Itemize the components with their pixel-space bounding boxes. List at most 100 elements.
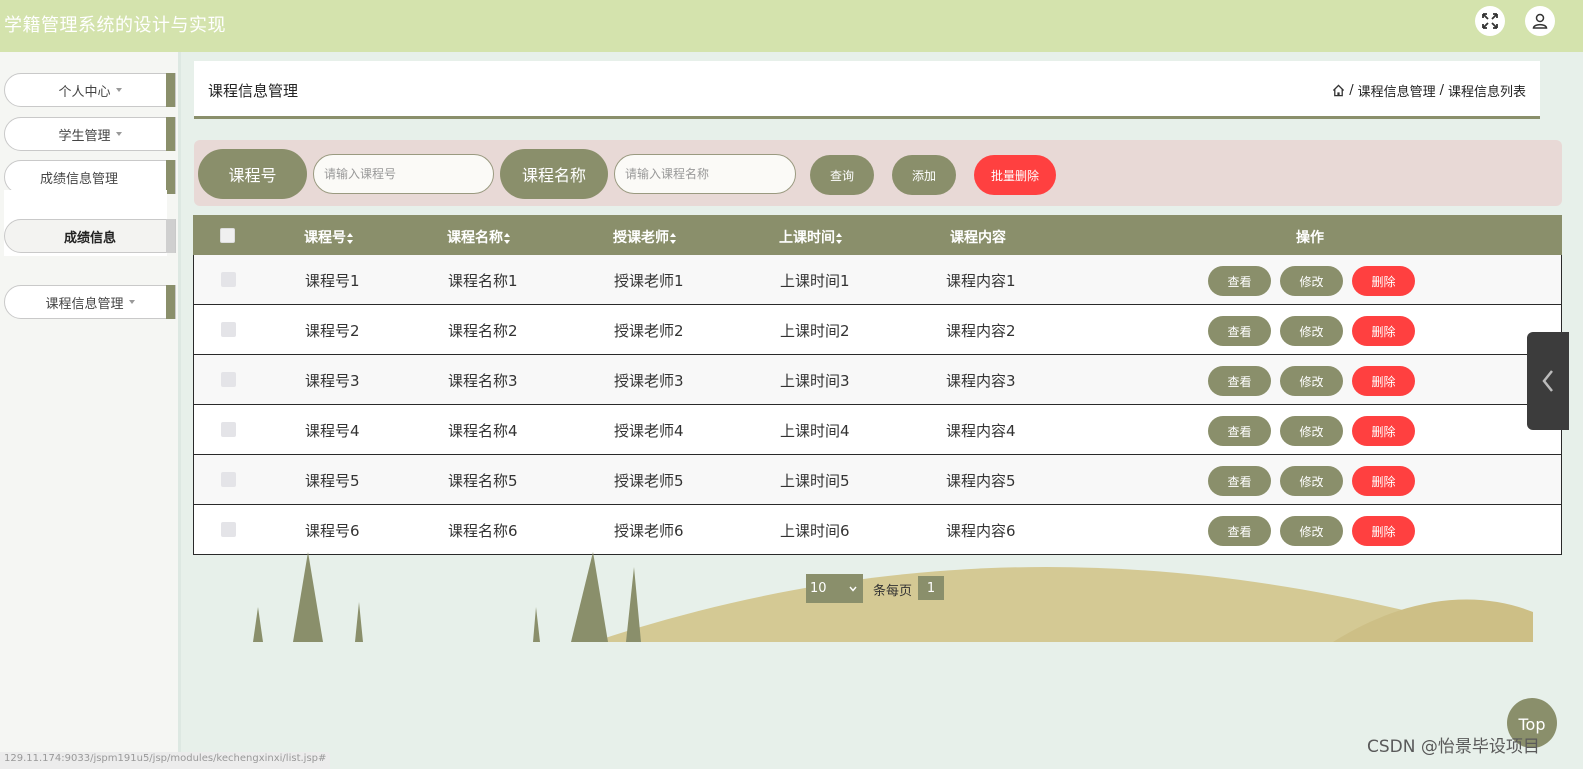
edit-button[interactable]: 修改: [1280, 366, 1343, 396]
cell-class-time: 上课时间3: [780, 372, 850, 390]
delete-button[interactable]: 删除: [1352, 316, 1415, 346]
course-id-input[interactable]: [313, 154, 494, 194]
cell-teacher: 授课老师3: [614, 372, 684, 390]
cell-course-name: 课程名称4: [448, 422, 518, 440]
view-button[interactable]: 查看: [1208, 366, 1271, 396]
cell-course-name: 课程名称6: [448, 522, 518, 540]
home-icon[interactable]: [1332, 84, 1345, 97]
sidebar-subitem-grade-info[interactable]: 成绩信息: [4, 219, 176, 253]
page-size-label: 条每页: [873, 584, 913, 599]
sidebar-item-label: 成绩信息管理: [39, 171, 118, 187]
breadcrumb-bar: 课程信息管理 / 课程信息管理 / 课程信息列表: [194, 61, 1540, 119]
sidebar-item-label: 个人中心: [58, 84, 111, 100]
course-name-label: 课程名称: [500, 149, 608, 199]
edit-button[interactable]: 修改: [1280, 466, 1343, 496]
edit-button[interactable]: 修改: [1280, 416, 1343, 446]
cell-class-time: 上课时间1: [780, 272, 850, 290]
chevron-down-icon: [128, 300, 135, 304]
column-header-content: 课程内容: [950, 230, 1006, 246]
row-checkbox[interactable]: [221, 372, 236, 387]
sidebar: 个人中心 学生管理 成绩信息管理 成绩信息 课程信息管理: [0, 52, 181, 769]
delete-button[interactable]: 删除: [1352, 266, 1415, 296]
edit-button[interactable]: 修改: [1280, 266, 1343, 296]
delete-button[interactable]: 删除: [1352, 416, 1415, 446]
delete-button[interactable]: 删除: [1352, 366, 1415, 396]
table-body: 课程号1 课程名称1 授课老师1 上课时间1 课程内容1 查看 修改 删除 课程号2 课程名称2 授…: [193, 255, 1562, 555]
cell-course-id: 课程号2: [305, 322, 360, 340]
cell-course-name: 课程名称1: [448, 272, 518, 290]
cell-course-id: 课程号3: [305, 372, 360, 390]
batch-delete-button[interactable]: 批量删除: [974, 155, 1056, 195]
cell-content: 课程内容1: [946, 272, 1016, 290]
edit-button[interactable]: 修改: [1280, 516, 1343, 546]
sort-icon[interactable]: [670, 232, 677, 244]
column-header-teacher[interactable]: 授课老师: [613, 227, 677, 247]
cell-content: 课程内容4: [946, 422, 1016, 440]
user-icon: [1532, 13, 1548, 29]
cell-teacher: 授课老师5: [614, 472, 684, 490]
course-table: 课程号 课程名称 授课老师 上课时间 课程内容 操作 课程号1 课程名称1 授课老师…: [193, 215, 1562, 555]
select-all-checkbox[interactable]: [220, 228, 235, 243]
edit-button[interactable]: 修改: [1280, 316, 1343, 346]
page-number-current[interactable]: 1: [918, 576, 944, 600]
view-button[interactable]: 查看: [1208, 266, 1271, 296]
row-checkbox[interactable]: [221, 422, 236, 437]
app-title: 学籍管理系统的设计与实现: [4, 15, 226, 36]
cell-class-time: 上课时间4: [780, 422, 850, 440]
sidebar-item-course-management[interactable]: 课程信息管理: [4, 285, 176, 319]
page-title: 课程信息管理: [208, 82, 299, 100]
cell-course-name: 课程名称3: [448, 372, 518, 390]
query-button[interactable]: 查询: [810, 155, 874, 195]
add-button[interactable]: 添加: [892, 155, 956, 195]
sort-icon[interactable]: [347, 232, 354, 244]
expand-icon: [1482, 13, 1498, 29]
column-header-course-id[interactable]: 课程号: [304, 227, 354, 247]
sort-icon[interactable]: [836, 232, 843, 244]
collapse-tab[interactable]: [1527, 332, 1569, 430]
cell-course-id: 课程号6: [305, 522, 360, 540]
fullscreen-button[interactable]: [1475, 6, 1505, 36]
status-url: 129.11.174:9033/jspm191u5/jsp/modules/ke…: [0, 752, 331, 769]
view-button[interactable]: 查看: [1208, 316, 1271, 346]
delete-button[interactable]: 删除: [1352, 516, 1415, 546]
row-checkbox[interactable]: [221, 272, 236, 287]
table-row: 课程号1 课程名称1 授课老师1 上课时间1 课程内容1 查看 修改 删除: [193, 255, 1562, 305]
table-row: 课程号2 课程名称2 授课老师2 上课时间2 课程内容2 查看 修改 删除: [193, 305, 1562, 355]
user-button[interactable]: [1525, 6, 1555, 36]
sidebar-item-grade-management[interactable]: 成绩信息管理: [4, 160, 176, 194]
cell-teacher: 授课老师6: [614, 522, 684, 540]
chevron-down-icon: [115, 132, 122, 136]
course-name-input[interactable]: [614, 154, 796, 194]
view-button[interactable]: 查看: [1208, 516, 1271, 546]
delete-button[interactable]: 删除: [1352, 466, 1415, 496]
sidebar-item-personal-center[interactable]: 个人中心: [4, 73, 176, 107]
cell-course-id: 课程号4: [305, 422, 360, 440]
breadcrumb: / 课程信息管理 / 课程信息列表: [1332, 81, 1526, 100]
sidebar-item-student-management[interactable]: 学生管理: [4, 117, 176, 151]
breadcrumb-separator: /: [1439, 83, 1444, 98]
cell-course-id: 课程号5: [305, 472, 360, 490]
hills-decoration: [253, 552, 1533, 642]
breadcrumb-separator: /: [1349, 83, 1354, 98]
column-header-actions: 操作: [1296, 230, 1324, 246]
row-checkbox[interactable]: [221, 322, 236, 337]
cell-class-time: 上课时间6: [780, 522, 850, 540]
chevron-left-icon: [1542, 370, 1553, 392]
breadcrumb-item[interactable]: 课程信息管理: [1358, 81, 1436, 100]
search-panel: 课程号 课程名称 查询 添加 批量删除: [194, 140, 1562, 206]
row-checkbox[interactable]: [221, 522, 236, 537]
cell-class-time: 上课时间5: [780, 472, 850, 490]
sort-icon[interactable]: [504, 232, 511, 244]
column-header-class-time[interactable]: 上课时间: [779, 227, 843, 247]
view-button[interactable]: 查看: [1208, 416, 1271, 446]
breadcrumb-item: 课程信息列表: [1447, 85, 1526, 100]
row-checkbox[interactable]: [221, 472, 236, 487]
cell-course-name: 课程名称2: [448, 322, 518, 340]
course-id-label: 课程号: [198, 149, 307, 199]
column-header-course-name[interactable]: 课程名称: [447, 227, 511, 247]
table-row: 课程号4 课程名称4 授课老师4 上课时间4 课程内容4 查看 修改 删除: [193, 405, 1562, 455]
sidebar-subitem-label: 成绩信息: [63, 230, 116, 246]
page-size-select[interactable]: 10: [806, 574, 863, 603]
view-button[interactable]: 查看: [1208, 466, 1271, 496]
table-row: 课程号5 课程名称5 授课老师5 上课时间5 课程内容5 查看 修改 删除: [193, 455, 1562, 505]
